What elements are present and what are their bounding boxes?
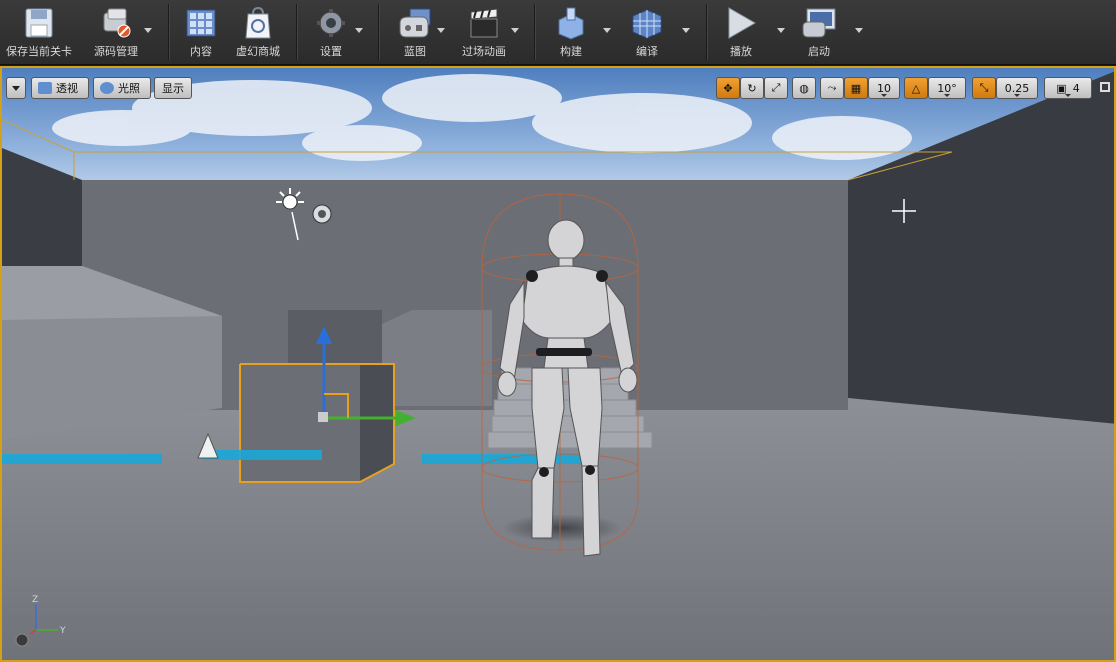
save-level-label: 保存当前关卡 [6, 45, 72, 58]
compile-label: 编译 [636, 45, 658, 58]
settings-icon [311, 5, 351, 41]
rotate-mode-button[interactable]: ↻ [740, 77, 764, 99]
coordinate-system-button[interactable]: ◍ [792, 77, 816, 99]
blueprints-button[interactable]: 蓝图 [390, 0, 440, 64]
rotate-icon: ↻ [747, 81, 757, 95]
toolbar-separator [296, 4, 297, 60]
surface-snap-icon: ⤳ [827, 81, 837, 94]
build-dropdown-arrow[interactable] [603, 28, 611, 33]
surface-snapping-button[interactable]: ⤳ [820, 77, 844, 99]
save-icon [19, 5, 59, 41]
view-mode-lit-button[interactable]: 光照 [93, 77, 151, 99]
cinematics-dropdown-arrow[interactable] [511, 28, 519, 33]
settings-dropdown-arrow[interactable] [355, 28, 363, 33]
camera-speed-dropdown[interactable]: ▣ 4 [1044, 77, 1092, 99]
perspective-label: 透视 [56, 82, 78, 95]
build-label: 构建 [560, 45, 582, 58]
settings-label: 设置 [320, 45, 342, 58]
grid-icon: ▦ [850, 81, 862, 95]
show-label: 显示 [162, 82, 184, 95]
chevron-down-icon [12, 85, 20, 91]
cinematics-label: 过场动画 [462, 45, 506, 58]
source-control-dropdown-arrow[interactable] [144, 28, 152, 33]
save-level-button[interactable]: 保存当前关卡 [4, 0, 74, 64]
selected-cube-front[interactable] [240, 364, 360, 482]
launch-icon [799, 5, 839, 41]
content-button[interactable]: 内容 [176, 0, 226, 64]
launch-label: 启动 [808, 45, 830, 58]
sky-light-icon[interactable] [312, 204, 332, 224]
scale-snap-value-dropdown[interactable]: 0.25 [996, 77, 1038, 99]
marketplace-label: 虚幻商城 [236, 45, 280, 58]
lit-sphere-icon [100, 82, 114, 94]
blueprint-icon [395, 5, 435, 41]
rotation-snap-value: 10° [937, 81, 957, 95]
translate-mode-button[interactable]: ✥ [716, 77, 740, 99]
source-control-label: 源码管理 [94, 45, 138, 58]
blueprints-dropdown-arrow[interactable] [437, 28, 445, 33]
rotation-snap-toggle[interactable]: △ [904, 77, 928, 99]
toolbar-separator [378, 4, 379, 60]
scale-snap-value: 0.25 [1004, 81, 1030, 95]
rotation-snap-value-dropdown[interactable]: 10° [928, 77, 966, 99]
settings-button[interactable]: 设置 [306, 0, 356, 64]
source-control-icon [96, 5, 136, 41]
launch-dropdown-arrow[interactable] [855, 28, 863, 33]
perspective-icon [38, 82, 52, 94]
viewport-scene[interactable]: Z Y [2, 68, 1116, 662]
content-icon [181, 5, 221, 41]
play-button[interactable]: 播放 [716, 0, 766, 64]
grid-snap-value: 10 [877, 81, 891, 95]
scale-snap-toggle[interactable]: ⤡ [972, 77, 996, 99]
marketplace-icon [238, 5, 278, 41]
content-label: 内容 [190, 45, 212, 58]
build-icon [551, 5, 591, 41]
selected-cube-side [360, 364, 394, 482]
globe-icon: ◍ [799, 81, 809, 95]
character-shadow [502, 514, 622, 542]
build-button[interactable]: 构建 [546, 0, 596, 64]
main-toolbar: 保存当前关卡 源码管理 内容 虚幻商城 设置 蓝图 过场动画 构建 编译 播放 … [0, 0, 1116, 65]
maximize-viewport-icon[interactable] [1100, 82, 1110, 92]
grid-snap-toggle[interactable]: ▦ [844, 77, 868, 99]
show-flags-button[interactable]: 显示 [154, 77, 192, 99]
scale-icon: ⤢ [771, 81, 781, 94]
axis-z-label: Z [32, 595, 38, 605]
play-icon [721, 5, 761, 41]
compile-icon [627, 5, 667, 41]
lit-label: 光照 [118, 82, 140, 95]
perspective-view-button[interactable]: 透视 [31, 77, 89, 99]
viewport-options-button[interactable] [6, 77, 26, 99]
scale-snap-icon: ⤡ [979, 81, 989, 94]
cinematics-icon [464, 5, 504, 41]
marketplace-button[interactable]: 虚幻商城 [230, 0, 286, 64]
move-icon: ✥ [723, 81, 733, 95]
toolbar-separator [706, 4, 707, 60]
cinematics-button[interactable]: 过场动画 [454, 0, 514, 64]
source-control-button[interactable]: 源码管理 [86, 0, 146, 64]
launch-button[interactable]: 启动 [794, 0, 844, 64]
axis-y-label: Y [59, 626, 66, 636]
camera-speed-value: 4 [1072, 81, 1080, 95]
grid-snap-value-dropdown[interactable]: 10 [868, 77, 900, 99]
camera-icon: ▣ [1056, 81, 1067, 95]
toolbar-separator [534, 4, 535, 60]
level-viewport[interactable]: Z Y 透视 光照 显示 ✥ ↻ ⤢ ◍ ⤳ ▦ 10 △ 10° ⤡ 0.25… [0, 66, 1116, 662]
angle-icon: △ [911, 81, 921, 95]
compile-dropdown-arrow[interactable] [682, 28, 690, 33]
blueprints-label: 蓝图 [404, 45, 426, 58]
play-label: 播放 [730, 45, 752, 58]
play-dropdown-arrow[interactable] [777, 28, 785, 33]
compile-button[interactable]: 编译 [622, 0, 672, 64]
toolbar-separator [168, 4, 169, 60]
scale-mode-button[interactable]: ⤢ [764, 77, 788, 99]
block-stair-base[interactable] [382, 310, 492, 406]
